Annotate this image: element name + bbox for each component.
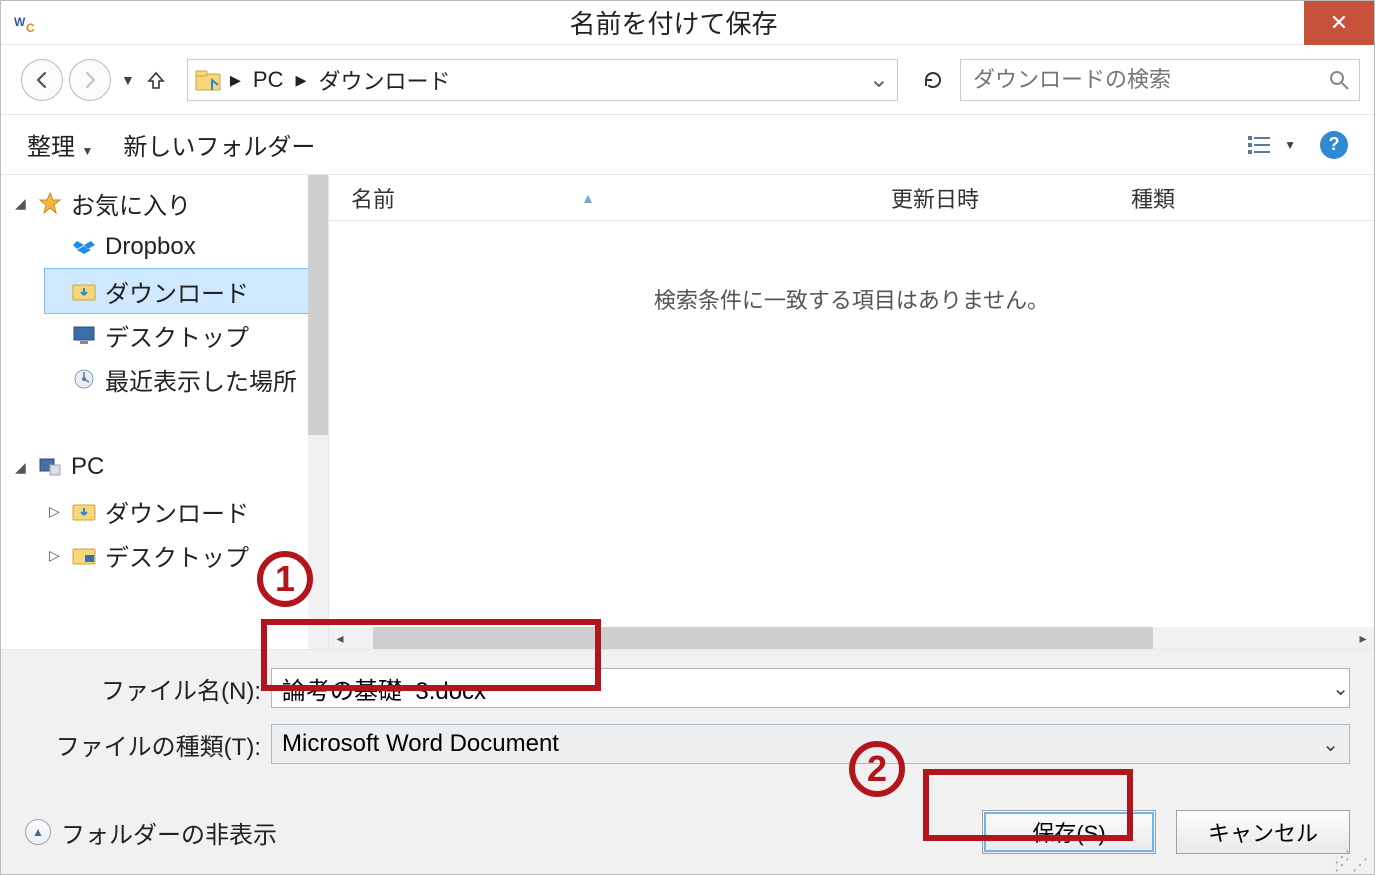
navigation-bar: ▼ ▸ PC ▸ ダウンロード ⌄: [1, 45, 1374, 115]
address-bar[interactable]: ▸ PC ▸ ダウンロード ⌄: [187, 59, 898, 101]
filename-input[interactable]: [272, 674, 1332, 702]
tree-desktop[interactable]: デスクトップ: [45, 313, 328, 357]
toolbar: 整理 ▼ 新しいフォルダー ▼ ?: [1, 115, 1374, 175]
tree-downloads[interactable]: ダウンロード: [45, 269, 328, 313]
forward-button[interactable]: [69, 59, 111, 101]
scrollbar-thumb[interactable]: [308, 175, 328, 435]
pc-icon: [37, 454, 63, 480]
search-box[interactable]: [960, 59, 1360, 101]
filetype-label: ファイルの種類(T):: [25, 727, 261, 762]
folder-icon: [194, 66, 222, 94]
filename-field[interactable]: ⌄: [271, 668, 1350, 708]
filetype-select[interactable]: Microsoft Word Document ⌄: [271, 724, 1350, 764]
chevron-down-icon[interactable]: ⌄: [1332, 676, 1349, 701]
collapse-icon: ◢: [15, 195, 29, 212]
svg-text:W: W: [14, 15, 26, 29]
column-type[interactable]: 種類: [1131, 182, 1374, 214]
chevron-down-icon: ▼: [81, 144, 93, 158]
expand-icon: ▷: [49, 503, 63, 520]
collapse-icon: ▲: [25, 819, 51, 845]
chevron-down-icon: ▼: [1284, 138, 1296, 152]
app-icon: WC: [11, 7, 43, 39]
dialog-body: ◢ お気に入り Dropbox: [1, 175, 1374, 649]
hide-folders-toggle[interactable]: ▲ フォルダーの非表示: [25, 815, 277, 850]
save-button[interactable]: 保存(S): [982, 810, 1156, 854]
sort-asc-icon: ▲: [581, 190, 595, 206]
view-options-button[interactable]: ▼: [1248, 134, 1296, 156]
breadcrumb-downloads[interactable]: ダウンロード: [315, 64, 455, 96]
breadcrumb-pc[interactable]: PC: [249, 67, 288, 93]
address-dropdown[interactable]: ⌄: [867, 65, 891, 94]
scroll-right-icon[interactable]: ▸: [1352, 630, 1374, 647]
close-icon: ✕: [1330, 10, 1348, 36]
back-button[interactable]: [21, 59, 63, 101]
tree-recent[interactable]: 最近表示した場所: [45, 357, 328, 401]
window-title: 名前を付けて保存: [43, 4, 1304, 41]
breadcrumb-sep: ▸: [226, 67, 245, 93]
tree-dropbox[interactable]: Dropbox: [45, 225, 328, 269]
scroll-left-icon[interactable]: ◂: [329, 630, 351, 647]
recent-locations-dropdown[interactable]: ▼: [117, 72, 139, 88]
filename-row: ファイル名(N): ⌄: [25, 668, 1350, 708]
help-button[interactable]: ?: [1320, 131, 1348, 159]
tree-pc[interactable]: ◢ PC: [11, 445, 328, 489]
filetype-row: ファイルの種類(T): Microsoft Word Document ⌄: [25, 724, 1350, 764]
close-button[interactable]: ✕: [1304, 1, 1374, 45]
breadcrumb-sep: ▸: [291, 67, 310, 93]
search-icon: [1329, 70, 1349, 90]
cancel-button[interactable]: キャンセル: [1176, 810, 1350, 854]
tree-pc-downloads[interactable]: ▷ ダウンロード: [45, 489, 328, 533]
save-as-dialog: WC 名前を付けて保存 ✕ ▼ ▸ PC ▸ ダウンロード ⌄: [0, 0, 1375, 875]
filename-label: ファイル名(N):: [25, 671, 261, 706]
star-icon: [37, 190, 63, 216]
titlebar: WC 名前を付けて保存 ✕: [1, 1, 1374, 45]
expand-icon: ▷: [49, 547, 63, 564]
folder-download-icon: [71, 278, 97, 304]
empty-message: 検索条件に一致する項目はありません。: [329, 221, 1374, 627]
new-folder-button[interactable]: 新しいフォルダー: [123, 127, 315, 162]
chevron-down-icon: ⌄: [1322, 732, 1339, 757]
dropbox-icon: [71, 234, 97, 260]
recent-icon: [71, 366, 97, 392]
file-list-pane: 名前 ▲ 更新日時 種類 検索条件に一致する項目はありません。 ◂ ▸: [329, 175, 1374, 649]
view-icon: [1248, 134, 1276, 156]
search-input[interactable]: [971, 66, 1329, 94]
scrollbar-thumb[interactable]: [373, 627, 1153, 649]
column-date[interactable]: 更新日時: [891, 182, 1131, 214]
tree-favorites[interactable]: ◢ お気に入り: [11, 181, 328, 225]
refresh-button[interactable]: [912, 59, 954, 101]
desktop-icon: [71, 322, 97, 348]
folder-desktop-icon: [71, 542, 97, 568]
sidebar-scrollbar[interactable]: [308, 175, 328, 649]
collapse-icon: ◢: [15, 459, 29, 476]
folder-download-icon: [71, 498, 97, 524]
filetype-value: Microsoft Word Document: [282, 730, 559, 758]
save-form: ファイル名(N): ⌄ ファイルの種類(T): Microsoft Word D…: [1, 649, 1374, 874]
column-headers: 名前 ▲ 更新日時 種類: [329, 175, 1374, 221]
resize-grip[interactable]: ⋰⋰⋰: [1334, 854, 1370, 870]
organize-menu[interactable]: 整理 ▼: [27, 127, 93, 162]
column-name[interactable]: 名前 ▲: [351, 182, 891, 214]
tree-pc-desktop[interactable]: ▷ デスクトップ: [45, 533, 328, 577]
horizontal-scrollbar[interactable]: ◂ ▸: [329, 627, 1374, 649]
svg-text:C: C: [26, 21, 35, 35]
dialog-footer: ▲ フォルダーの非表示 保存(S) キャンセル: [25, 810, 1350, 854]
navigation-tree: ◢ お気に入り Dropbox: [1, 175, 329, 649]
up-button[interactable]: [145, 69, 173, 91]
